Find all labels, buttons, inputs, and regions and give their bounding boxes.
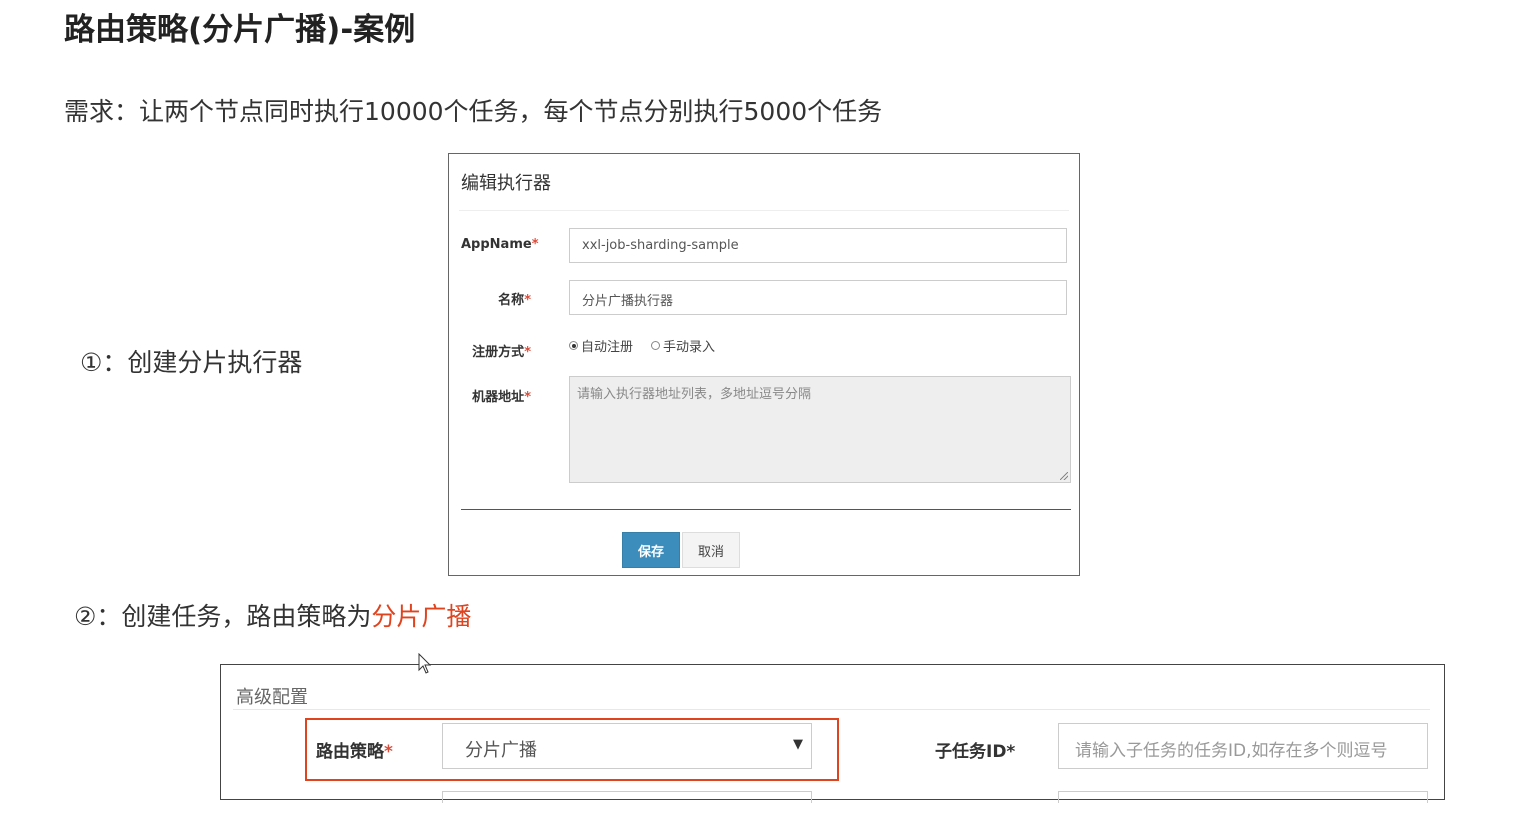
- appname-input[interactable]: xxl-job-sharding-sample: [569, 228, 1067, 263]
- dialog-title: 编辑执行器: [461, 173, 551, 194]
- step-1-text: ①：创建分片执行器: [80, 348, 303, 377]
- address-list-textarea[interactable]: 请输入执行器地址列表，多地址逗号分隔: [569, 376, 1071, 483]
- address-list-label-text: 机器地址: [472, 390, 525, 405]
- step-2-highlight: 分片广播: [371, 602, 472, 631]
- subtask-id-input[interactable]: 请输入子任务的任务ID,如存在多个则逗号: [1058, 723, 1428, 769]
- route-strategy-value: 分片广播: [465, 740, 537, 761]
- page-title: 路由策略(分片广播)-案例: [64, 12, 416, 48]
- radio-manual-entry[interactable]: 手动录入: [651, 336, 715, 355]
- advanced-config-title: 高级配置: [236, 687, 308, 708]
- appname-value: xxl-job-sharding-sample: [582, 238, 739, 253]
- route-strategy-label-text: 路由策略: [316, 742, 384, 762]
- radio-manual-entry-label: 手动录入: [663, 340, 716, 355]
- name-value: 分片广播执行器: [582, 294, 674, 309]
- advanced-config-panel: 高级配置 路由策略* 分片广播 ▼ 子任务ID* 请输入子任务的任务ID,如存在…: [220, 664, 1445, 803]
- required-mark: *: [524, 293, 531, 308]
- cancel-button[interactable]: 取消: [682, 532, 740, 568]
- register-type-radio-group: 自动注册 手动录入: [569, 336, 715, 355]
- appname-label-text: AppName: [461, 237, 532, 252]
- address-list-label: 机器地址*: [461, 386, 531, 405]
- resize-handle-icon[interactable]: [1060, 472, 1068, 480]
- dialog-divider: [459, 210, 1069, 211]
- name-label-text: 名称: [498, 293, 525, 308]
- required-mark: *: [524, 390, 531, 405]
- radio-auto-register[interactable]: 自动注册: [569, 336, 633, 355]
- required-mark: *: [524, 345, 531, 360]
- dialog-footer-divider: [461, 509, 1071, 510]
- register-type-label-text: 注册方式: [472, 345, 525, 360]
- dropdown-caret-icon[interactable]: ▼: [793, 737, 803, 752]
- next-row-field-partial: [442, 791, 812, 803]
- subtask-id-placeholder: 请输入子任务的任务ID,如存在多个则逗号: [1075, 741, 1388, 761]
- appname-label: AppName*: [461, 237, 539, 252]
- mouse-cursor-icon: [418, 653, 432, 674]
- route-strategy-label: 路由策略*: [316, 737, 393, 762]
- name-input[interactable]: 分片广播执行器: [569, 280, 1067, 315]
- advanced-config-divider: [233, 709, 1430, 710]
- step-2-prefix: ②：创建任务，路由策略为: [74, 602, 372, 631]
- radio-checked-icon[interactable]: [569, 341, 578, 350]
- edit-executor-dialog: 编辑执行器 AppName* xxl-job-sharding-sample 名…: [448, 153, 1080, 576]
- subtask-id-label: 子任务ID*: [935, 742, 1016, 762]
- address-list-placeholder: 请输入执行器地址列表，多地址逗号分隔: [577, 387, 812, 402]
- save-button[interactable]: 保存: [622, 532, 680, 568]
- requirement-text: 需求：让两个节点同时执行10000个任务，每个节点分别执行5000个任务: [64, 97, 883, 126]
- required-mark: *: [384, 742, 393, 762]
- radio-auto-register-label: 自动注册: [581, 340, 634, 355]
- next-row-field-partial: [1058, 791, 1428, 803]
- route-strategy-select[interactable]: 分片广播 ▼: [442, 723, 812, 769]
- required-mark: *: [531, 237, 539, 252]
- name-label: 名称*: [461, 289, 531, 308]
- radio-unchecked-icon[interactable]: [651, 341, 661, 350]
- step-2-text: ②：创建任务，路由策略为分片广播: [74, 597, 471, 633]
- register-type-label: 注册方式*: [461, 341, 531, 360]
